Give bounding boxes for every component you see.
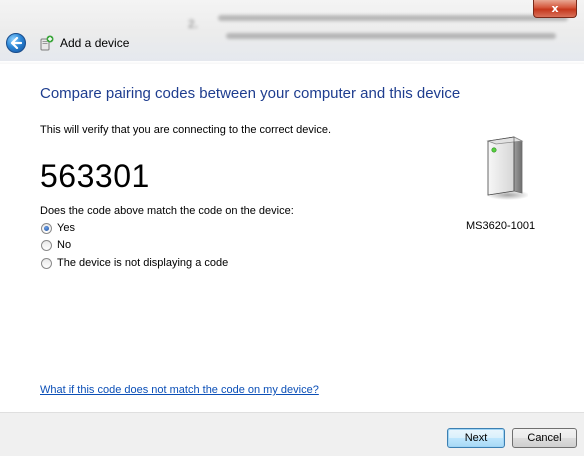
pairing-code: 563301 <box>40 158 150 194</box>
close-button[interactable]: x <box>533 0 577 18</box>
match-question: Does the code above match the code on th… <box>40 205 294 217</box>
button-bar: Next Cancel <box>0 412 584 456</box>
title-bar: 2. x Add a device <box>0 0 584 64</box>
back-button[interactable] <box>6 33 26 53</box>
next-button[interactable]: Next <box>447 428 505 448</box>
radio-label-no: No <box>57 239 72 251</box>
page-description: This will verify that you are connecting… <box>40 124 332 136</box>
background-blur-line <box>218 15 568 21</box>
radio-button-no-code[interactable] <box>41 257 52 269</box>
page-heading: Compare pairing codes between your compu… <box>40 85 461 102</box>
background-blur-line <box>226 33 556 39</box>
radio-label-yes: Yes <box>57 222 75 234</box>
device-icon <box>486 136 528 200</box>
device-name: MS3620-1001 <box>466 220 536 232</box>
radio-button-yes[interactable] <box>41 222 52 234</box>
radio-option-no[interactable]: No <box>41 238 71 252</box>
add-device-window: 2. x Add a device Compare pairing codes … <box>0 0 584 456</box>
cancel-button[interactable]: Cancel <box>512 428 577 448</box>
add-device-icon <box>40 35 54 51</box>
code-mismatch-help-link[interactable]: What if this code does not match the cod… <box>40 384 319 396</box>
window-title: Add a device <box>60 36 130 50</box>
radio-option-no-code[interactable]: The device is not displaying a code <box>41 256 228 270</box>
back-arrow-icon <box>10 37 22 49</box>
background-step-number: 2. <box>188 17 199 31</box>
radio-option-yes[interactable]: Yes <box>41 221 75 235</box>
radio-button-no[interactable] <box>41 239 52 251</box>
background-window-text: 2. <box>170 6 570 46</box>
radio-label-no-code: The device is not displaying a code <box>57 257 229 269</box>
